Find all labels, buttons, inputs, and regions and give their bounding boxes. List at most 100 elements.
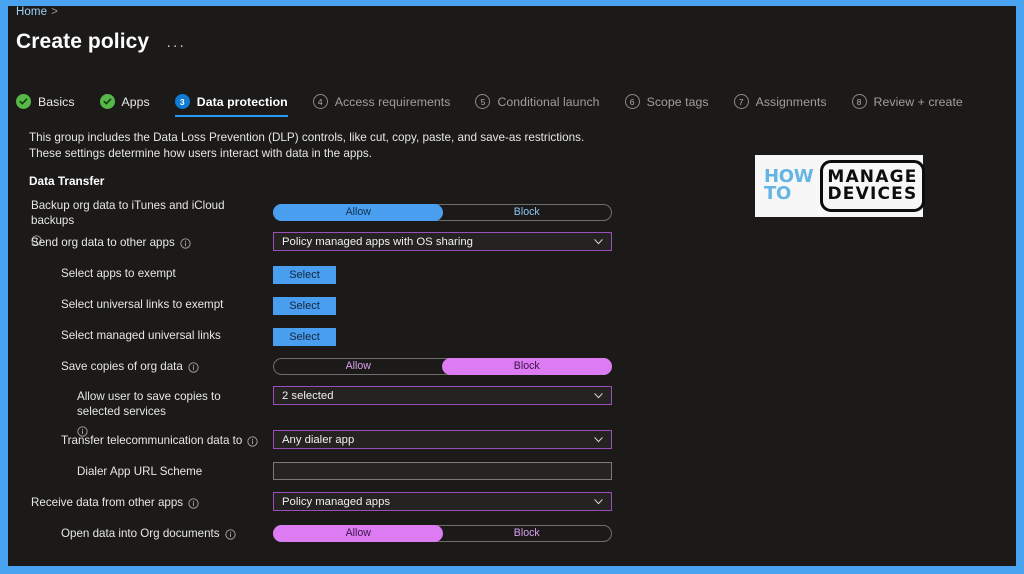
watermark-box: MANAGE DEVICES bbox=[820, 160, 925, 212]
form-row: Allow user to save copies to selected se… bbox=[8, 385, 1016, 437]
button-select-universal-links-wrap: Select bbox=[273, 296, 336, 315]
form-row: Open data into Org documents Allow Block bbox=[8, 523, 1016, 553]
input-dialer-app-url-scheme-wrap bbox=[273, 462, 612, 481]
select-apps-to-exempt-button[interactable]: Select bbox=[273, 266, 336, 284]
toggle-option-block[interactable]: Block bbox=[443, 526, 612, 541]
wizard-step-label: Scope tags bbox=[646, 94, 709, 109]
toggle-backup-org-data[interactable]: Allow Block bbox=[273, 204, 612, 221]
wizard-step-label: Conditional launch bbox=[497, 94, 600, 109]
allow-block-toggle[interactable]: Allow Block bbox=[273, 525, 612, 542]
chevron-down-icon bbox=[593, 496, 604, 507]
breadcrumb: Home > bbox=[16, 6, 62, 18]
form-row: Select apps to exempt Select bbox=[8, 263, 1016, 293]
dropdown-control[interactable]: Any dialer app bbox=[273, 430, 612, 449]
info-icon[interactable] bbox=[188, 498, 199, 509]
data-transfer-form: Backup org data to iTunes and iCloud bac… bbox=[8, 199, 1016, 553]
breadcrumb-separator-icon: > bbox=[51, 6, 58, 18]
screenshot-frame: Home > Create policy ··· Basics Apps 3 D… bbox=[0, 0, 1024, 574]
chevron-down-icon bbox=[593, 434, 604, 445]
select-managed-universal-links-button[interactable]: Select bbox=[273, 328, 336, 346]
check-circle-icon bbox=[99, 94, 115, 109]
section-heading-data-transfer: Data Transfer bbox=[29, 174, 105, 188]
field-label: Select managed universal links bbox=[61, 329, 221, 342]
toggle-save-copies-of-org-data[interactable]: Allow Block bbox=[273, 358, 612, 375]
chevron-down-icon bbox=[593, 390, 604, 401]
wizard-step-access-requirements[interactable]: 4 Access requirements bbox=[312, 94, 463, 117]
breadcrumb-home-link[interactable]: Home bbox=[16, 6, 47, 18]
button-select-apps-to-exempt-wrap: Select bbox=[273, 265, 336, 284]
wizard-step-apps[interactable]: Apps bbox=[99, 94, 162, 117]
wizard-step-scope-tags[interactable]: 6 Scope tags bbox=[624, 94, 721, 117]
form-row: Select universal links to exempt Select bbox=[8, 293, 1016, 323]
dropdown-allow-user-save-copies[interactable]: 2 selected bbox=[273, 386, 612, 405]
toggle-option-block[interactable]: Block bbox=[443, 359, 612, 374]
wizard-step-conditional-launch[interactable]: 5 Conditional launch bbox=[475, 94, 611, 117]
allow-block-toggle[interactable]: Allow Block bbox=[273, 358, 612, 375]
dropdown-send-org-data[interactable]: Policy managed apps with OS sharing bbox=[273, 232, 612, 251]
wizard-step-assignments[interactable]: 7 Assignments bbox=[733, 94, 839, 117]
field-label: Select apps to exempt bbox=[61, 267, 176, 280]
page-title: Create policy bbox=[16, 30, 150, 53]
toggle-option-allow[interactable]: Allow bbox=[274, 359, 443, 374]
field-label: Receive data from other apps bbox=[31, 496, 199, 511]
info-icon[interactable] bbox=[180, 238, 191, 249]
button-select-managed-universal-links-wrap: Select bbox=[273, 327, 336, 346]
form-row: Send org data to other apps Policy manag… bbox=[8, 232, 1016, 263]
more-options-icon[interactable]: ··· bbox=[163, 36, 189, 55]
dropdown-control[interactable]: Policy managed apps bbox=[273, 492, 612, 511]
wizard-step-basics[interactable]: Basics bbox=[16, 94, 87, 117]
wizard-step-label: Access requirements bbox=[334, 94, 451, 109]
wizard-step-label: Assignments bbox=[755, 94, 827, 109]
step-number-badge: 6 bbox=[624, 94, 640, 109]
watermark-line-devices: DEVICES bbox=[827, 184, 918, 204]
wizard-step-data-protection[interactable]: 3 Data protection bbox=[174, 94, 300, 117]
dropdown-control[interactable]: 2 selected bbox=[273, 386, 612, 405]
check-circle-icon bbox=[16, 94, 31, 109]
info-icon[interactable] bbox=[247, 436, 258, 447]
form-row: Select managed universal links Select bbox=[8, 323, 1016, 353]
step-number-badge: 3 bbox=[174, 94, 190, 109]
allow-block-toggle[interactable]: Allow Block bbox=[273, 204, 612, 221]
info-icon[interactable] bbox=[188, 362, 199, 373]
dropdown-value: Any dialer app bbox=[282, 433, 355, 446]
dialer-app-url-scheme-input[interactable] bbox=[273, 462, 612, 480]
select-universal-links-to-exempt-button[interactable]: Select bbox=[273, 297, 336, 315]
step-number-badge: 8 bbox=[851, 94, 867, 109]
dropdown-value: Policy managed apps bbox=[282, 495, 391, 508]
field-label: Transfer telecommunication data to bbox=[61, 434, 258, 449]
field-label: Dialer App URL Scheme bbox=[77, 465, 203, 478]
wizard-step-label: Review + create bbox=[873, 94, 963, 109]
step-number-badge: 7 bbox=[733, 94, 749, 109]
page-title-row: Create policy ··· bbox=[16, 30, 189, 54]
blade-description: This group includes the Data Loss Preven… bbox=[29, 131, 585, 160]
dropdown-control[interactable]: Policy managed apps with OS sharing bbox=[273, 232, 612, 251]
toggle-option-allow[interactable]: Allow bbox=[274, 526, 443, 541]
azure-portal-blade: Home > Create policy ··· Basics Apps 3 D… bbox=[8, 6, 1016, 566]
form-row: Dialer App URL Scheme bbox=[8, 461, 1016, 492]
field-label: Save copies of org data bbox=[61, 360, 199, 375]
dropdown-transfer-telecommunication-data[interactable]: Any dialer app bbox=[273, 430, 612, 449]
form-row: Receive data from other apps Policy mana… bbox=[8, 492, 1016, 523]
toggle-option-allow[interactable]: Allow bbox=[274, 205, 443, 220]
dropdown-value: Policy managed apps with OS sharing bbox=[282, 235, 473, 248]
watermark-line-to: TO bbox=[764, 183, 791, 204]
dropdown-receive-data-from-other-apps[interactable]: Policy managed apps bbox=[273, 492, 612, 511]
chevron-down-icon bbox=[593, 236, 604, 247]
watermark-howto: HOW TO bbox=[764, 168, 814, 204]
dropdown-value: 2 selected bbox=[282, 389, 334, 402]
wizard-step-label: Basics bbox=[38, 94, 75, 109]
step-number-badge: 5 bbox=[475, 94, 491, 109]
step-number-badge: 4 bbox=[312, 94, 328, 109]
form-row: Transfer telecommunication data to Any d… bbox=[8, 430, 1016, 461]
wizard-step-label: Data protection bbox=[196, 94, 288, 109]
form-row: Save copies of org data Allow Block bbox=[8, 353, 1016, 385]
wizard-step-nav: Basics Apps 3 Data protection 4 Access r… bbox=[16, 94, 988, 117]
wizard-step-label: Apps bbox=[121, 94, 150, 109]
field-label: Send org data to other apps bbox=[31, 236, 191, 251]
wizard-step-review-create[interactable]: 8 Review + create bbox=[851, 94, 975, 117]
toggle-open-data-into-org-documents[interactable]: Allow Block bbox=[273, 525, 612, 542]
toggle-option-block[interactable]: Block bbox=[443, 205, 612, 220]
info-icon[interactable] bbox=[224, 529, 236, 540]
watermark-logo: HOW TO MANAGE DEVICES bbox=[755, 155, 925, 217]
active-step-underline bbox=[174, 115, 288, 117]
